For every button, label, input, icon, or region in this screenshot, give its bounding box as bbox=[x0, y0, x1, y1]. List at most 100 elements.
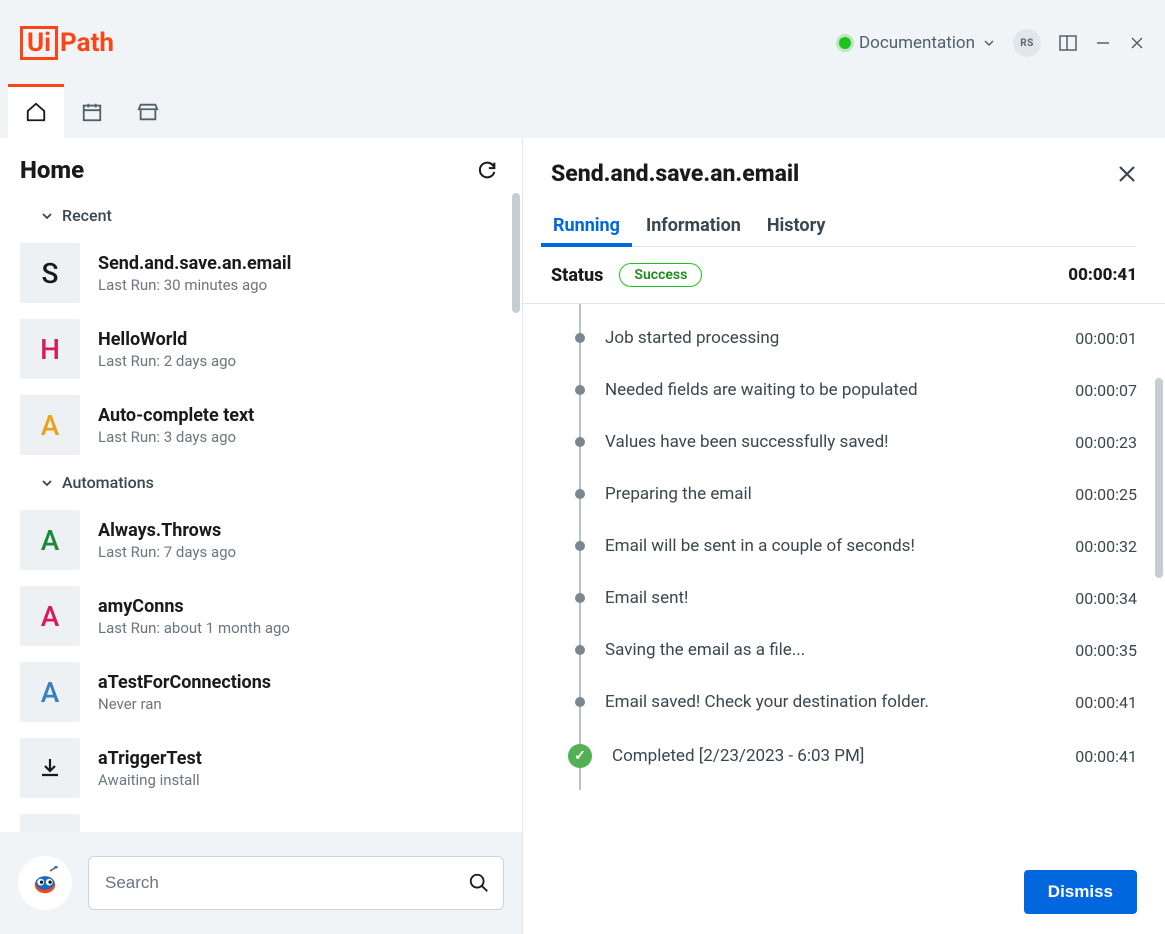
list-avatar: A bbox=[20, 662, 80, 722]
timeline-text: Email saved! Check your destination fold… bbox=[605, 692, 1055, 712]
timeline-item: Values have been successfully saved!00:0… bbox=[563, 416, 1137, 468]
timeline-item: Email sent!00:00:34 bbox=[563, 572, 1137, 624]
scrollbar[interactable] bbox=[1155, 378, 1163, 578]
list-avatar: A bbox=[20, 510, 80, 570]
timeline-dot bbox=[575, 541, 585, 551]
nav-tab-home[interactable] bbox=[8, 86, 64, 138]
list-body: aTestForConnections Never ran bbox=[98, 672, 510, 713]
list-item-sub: Never ran bbox=[98, 695, 510, 713]
section-label: Automations bbox=[62, 473, 154, 492]
detail-title-row: Send.and.save.an.email bbox=[551, 160, 1137, 187]
user-avatar[interactable]: RS bbox=[1013, 29, 1041, 57]
list-item-title: aTriggerTest bbox=[98, 748, 510, 769]
timeline: Job started processing00:00:01Needed fie… bbox=[523, 304, 1165, 850]
detail-header: Send.and.save.an.email Running Informatio… bbox=[523, 138, 1165, 247]
timeline-time: 00:00:25 bbox=[1075, 485, 1137, 504]
chevron-down-icon bbox=[983, 37, 995, 49]
list-body: Auto-complete textLast Run: 3 days ago bbox=[98, 405, 510, 446]
bot-avatar[interactable] bbox=[18, 856, 72, 910]
list-item[interactable]: HHelloWorldLast Run: 2 days ago bbox=[20, 311, 510, 387]
timeline-dot bbox=[575, 333, 585, 343]
panel-icon[interactable] bbox=[1059, 34, 1077, 52]
logo: UiPath bbox=[20, 26, 114, 60]
search-icon bbox=[468, 872, 490, 894]
list-item[interactable]: AAuto-complete textLast Run: 3 days ago bbox=[20, 387, 510, 463]
detail-footer: Dismiss bbox=[523, 850, 1165, 934]
timeline-time: 00:00:41 bbox=[1075, 747, 1137, 766]
sidebar-header: Home bbox=[0, 138, 522, 196]
tab-history[interactable]: History bbox=[765, 205, 828, 246]
robot-icon bbox=[28, 866, 62, 900]
close-detail-icon[interactable] bbox=[1117, 164, 1137, 184]
timeline-item: Saving the email as a file...00:00:35 bbox=[563, 624, 1137, 676]
section-label: Recent bbox=[62, 206, 112, 225]
detail-tabs: Running Information History bbox=[551, 205, 1137, 247]
list-item[interactable]: AamyConnsLast Run: about 1 month ago bbox=[20, 578, 510, 654]
list-body: aTriggerTest Awaiting install bbox=[98, 748, 510, 789]
list-avatar: S bbox=[20, 243, 80, 303]
timeline-item: Preparing the email00:00:25 bbox=[563, 468, 1137, 520]
timeline-time: 00:00:41 bbox=[1075, 693, 1137, 712]
timeline-text: Completed [2/23/2023 - 6:03 PM] bbox=[612, 746, 1055, 766]
timeline-item: Email saved! Check your destination fold… bbox=[563, 676, 1137, 728]
dismiss-button[interactable]: Dismiss bbox=[1024, 870, 1137, 914]
list-item[interactable]: A Always.Throws Last Run: 7 days ago bbox=[20, 502, 510, 578]
chevron-down-icon bbox=[40, 476, 54, 490]
calendar-icon bbox=[81, 101, 103, 123]
timeline-time: 00:00:34 bbox=[1075, 589, 1137, 608]
check-icon: ✓ bbox=[568, 744, 592, 768]
section-header[interactable]: Recent bbox=[20, 196, 510, 235]
list-avatar: A bbox=[20, 586, 80, 646]
list-item-title: aTestForConnections bbox=[98, 672, 510, 693]
nav-tab-calendar[interactable] bbox=[64, 86, 120, 138]
status-label: Status bbox=[551, 265, 603, 286]
detail-panel: Send.and.save.an.email Running Informatio… bbox=[522, 138, 1165, 934]
timeline-item: Job started processing00:00:01 bbox=[563, 312, 1137, 364]
nav-tab-marketplace[interactable] bbox=[120, 86, 176, 138]
timeline-time: 00:00:07 bbox=[1075, 381, 1137, 400]
refresh-icon[interactable] bbox=[476, 159, 498, 181]
documentation-link[interactable]: Documentation bbox=[839, 33, 995, 53]
timeline-time: 00:00:01 bbox=[1075, 329, 1137, 348]
list-item-sub: Last Run: 30 minutes ago bbox=[98, 276, 510, 294]
list-avatar bbox=[20, 738, 80, 798]
list-item-sub: Last Run: 2 days ago bbox=[98, 352, 510, 370]
list-item-title: Always.Throws bbox=[98, 520, 510, 541]
timeline-time: 00:00:32 bbox=[1075, 537, 1137, 556]
list-body: HelloWorldLast Run: 2 days ago bbox=[98, 329, 510, 370]
logo-ui: Ui bbox=[20, 26, 58, 60]
list-item-sub: Awaiting install bbox=[98, 771, 510, 789]
list-item[interactable]: aTriggerTest Awaiting install bbox=[20, 730, 510, 806]
status-elapsed: 00:00:41 bbox=[1068, 265, 1137, 285]
tab-running[interactable]: Running bbox=[551, 205, 622, 246]
search-input[interactable] bbox=[88, 856, 504, 910]
sidebar: Home Recent S Send.and.save.an.email Last R… bbox=[0, 138, 522, 934]
minimize-icon[interactable] bbox=[1095, 35, 1111, 51]
list-item-sub: Last Run: 7 days ago bbox=[98, 543, 510, 561]
section-header[interactable]: Automations bbox=[20, 463, 510, 502]
timeline-dot bbox=[575, 645, 585, 655]
list-item-sub: Last Run: 3 days ago bbox=[98, 428, 510, 446]
page-title: Home bbox=[20, 156, 84, 184]
timeline-dot bbox=[575, 437, 585, 447]
timeline-item: ✓ Completed [2/23/2023 - 6:03 PM] 00:00:41 bbox=[563, 728, 1137, 784]
list-item-sub: Last Run: about 1 month ago bbox=[98, 619, 510, 637]
list-item[interactable]: S Send.and.save.an.email Last Run: 30 minu… bbox=[20, 235, 510, 311]
connection-status-dot bbox=[839, 37, 851, 49]
tab-information[interactable]: Information bbox=[644, 205, 743, 246]
timeline-dot bbox=[575, 385, 585, 395]
documentation-label: Documentation bbox=[859, 33, 975, 53]
timeline-time: 00:00:23 bbox=[1075, 433, 1137, 452]
list-body: Always.Throws Last Run: 7 days ago bbox=[98, 520, 510, 561]
timeline-time: 00:00:35 bbox=[1075, 641, 1137, 660]
timeline-item: Needed fields are waiting to be populate… bbox=[563, 364, 1137, 416]
status-row: Status Success 00:00:41 bbox=[523, 247, 1165, 304]
logo-path: Path bbox=[60, 28, 114, 58]
list-item-title: Send.and.save.an.email bbox=[98, 253, 510, 274]
close-icon[interactable] bbox=[1129, 35, 1145, 51]
chevron-down-icon bbox=[40, 209, 54, 223]
list-item[interactable]: AaTestForConnections Never ran bbox=[20, 654, 510, 730]
timeline-text: Email will be sent in a couple of second… bbox=[605, 536, 1055, 556]
scrollbar[interactable] bbox=[512, 193, 520, 313]
timeline-dot bbox=[575, 489, 585, 499]
